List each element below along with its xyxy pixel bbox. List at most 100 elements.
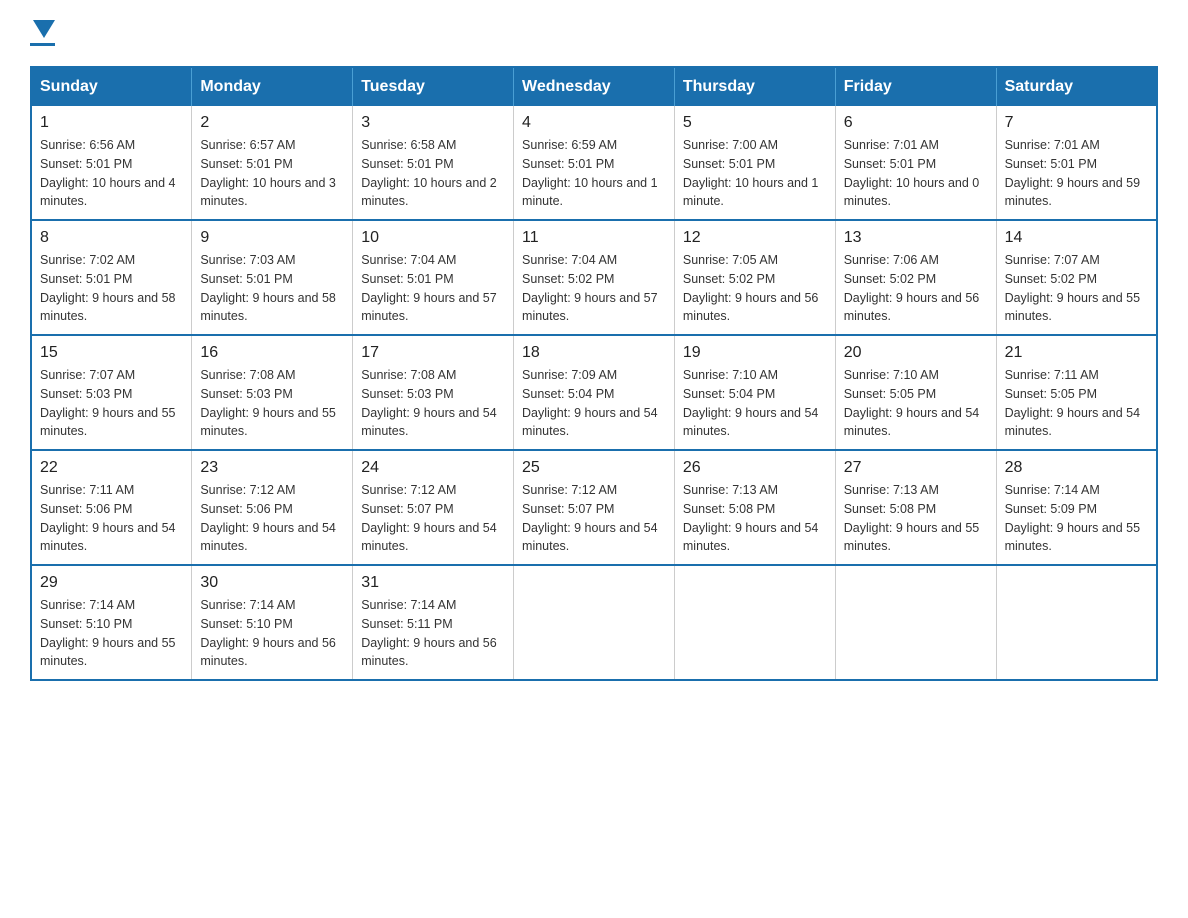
day-number: 1 [40,114,183,132]
col-monday: Monday [192,67,353,106]
day-number: 25 [522,459,666,477]
calendar-day-cell: 18 Sunrise: 7:09 AMSunset: 5:04 PMDaylig… [514,335,675,450]
day-info: Sunrise: 7:04 AMSunset: 5:01 PMDaylight:… [361,253,497,323]
calendar-day-cell: 14 Sunrise: 7:07 AMSunset: 5:02 PMDaylig… [996,220,1157,335]
calendar-week-row: 29 Sunrise: 7:14 AMSunset: 5:10 PMDaylig… [31,565,1157,680]
calendar-day-cell: 19 Sunrise: 7:10 AMSunset: 5:04 PMDaylig… [674,335,835,450]
day-info: Sunrise: 7:07 AMSunset: 5:03 PMDaylight:… [40,368,176,438]
day-info: Sunrise: 7:13 AMSunset: 5:08 PMDaylight:… [683,483,819,553]
header-row: Sunday Monday Tuesday Wednesday Thursday… [31,67,1157,106]
calendar-day-cell: 21 Sunrise: 7:11 AMSunset: 5:05 PMDaylig… [996,335,1157,450]
calendar-day-cell: 22 Sunrise: 7:11 AMSunset: 5:06 PMDaylig… [31,450,192,565]
day-info: Sunrise: 7:10 AMSunset: 5:05 PMDaylight:… [844,368,980,438]
logo [30,20,55,46]
day-number: 9 [200,229,344,247]
calendar-body: 1 Sunrise: 6:56 AMSunset: 5:01 PMDayligh… [31,106,1157,680]
day-info: Sunrise: 6:58 AMSunset: 5:01 PMDaylight:… [361,138,497,208]
day-number: 27 [844,459,988,477]
calendar-day-cell: 17 Sunrise: 7:08 AMSunset: 5:03 PMDaylig… [353,335,514,450]
day-info: Sunrise: 7:12 AMSunset: 5:06 PMDaylight:… [200,483,336,553]
day-info: Sunrise: 7:02 AMSunset: 5:01 PMDaylight:… [40,253,176,323]
day-info: Sunrise: 7:13 AMSunset: 5:08 PMDaylight:… [844,483,980,553]
calendar-week-row: 1 Sunrise: 6:56 AMSunset: 5:01 PMDayligh… [31,106,1157,220]
col-wednesday: Wednesday [514,67,675,106]
calendar-day-cell [514,565,675,680]
day-info: Sunrise: 7:14 AMSunset: 5:11 PMDaylight:… [361,598,497,668]
day-number: 2 [200,114,344,132]
logo-underline [30,43,55,46]
calendar-day-cell: 28 Sunrise: 7:14 AMSunset: 5:09 PMDaylig… [996,450,1157,565]
calendar-day-cell: 1 Sunrise: 6:56 AMSunset: 5:01 PMDayligh… [31,106,192,220]
day-info: Sunrise: 7:11 AMSunset: 5:05 PMDaylight:… [1005,368,1141,438]
day-number: 8 [40,229,183,247]
calendar-week-row: 15 Sunrise: 7:07 AMSunset: 5:03 PMDaylig… [31,335,1157,450]
page-header [30,20,1158,46]
calendar-day-cell: 4 Sunrise: 6:59 AMSunset: 5:01 PMDayligh… [514,106,675,220]
day-info: Sunrise: 7:14 AMSunset: 5:10 PMDaylight:… [40,598,176,668]
day-number: 3 [361,114,505,132]
day-info: Sunrise: 7:00 AMSunset: 5:01 PMDaylight:… [683,138,819,208]
day-info: Sunrise: 6:59 AMSunset: 5:01 PMDaylight:… [522,138,658,208]
calendar-day-cell [674,565,835,680]
day-number: 20 [844,344,988,362]
calendar-day-cell: 20 Sunrise: 7:10 AMSunset: 5:05 PMDaylig… [835,335,996,450]
day-number: 4 [522,114,666,132]
day-info: Sunrise: 7:12 AMSunset: 5:07 PMDaylight:… [522,483,658,553]
day-number: 16 [200,344,344,362]
logo-triangle-icon [33,20,55,38]
day-info: Sunrise: 7:08 AMSunset: 5:03 PMDaylight:… [361,368,497,438]
day-number: 24 [361,459,505,477]
day-number: 23 [200,459,344,477]
calendar-day-cell: 13 Sunrise: 7:06 AMSunset: 5:02 PMDaylig… [835,220,996,335]
calendar-day-cell: 31 Sunrise: 7:14 AMSunset: 5:11 PMDaylig… [353,565,514,680]
calendar-day-cell: 2 Sunrise: 6:57 AMSunset: 5:01 PMDayligh… [192,106,353,220]
calendar-day-cell: 6 Sunrise: 7:01 AMSunset: 5:01 PMDayligh… [835,106,996,220]
day-info: Sunrise: 7:14 AMSunset: 5:09 PMDaylight:… [1005,483,1141,553]
calendar-day-cell: 24 Sunrise: 7:12 AMSunset: 5:07 PMDaylig… [353,450,514,565]
day-info: Sunrise: 7:04 AMSunset: 5:02 PMDaylight:… [522,253,658,323]
calendar-day-cell: 5 Sunrise: 7:00 AMSunset: 5:01 PMDayligh… [674,106,835,220]
day-number: 26 [683,459,827,477]
col-thursday: Thursday [674,67,835,106]
calendar-day-cell: 3 Sunrise: 6:58 AMSunset: 5:01 PMDayligh… [353,106,514,220]
day-info: Sunrise: 7:14 AMSunset: 5:10 PMDaylight:… [200,598,336,668]
calendar-header: Sunday Monday Tuesday Wednesday Thursday… [31,67,1157,106]
col-saturday: Saturday [996,67,1157,106]
day-number: 11 [522,229,666,247]
day-info: Sunrise: 7:11 AMSunset: 5:06 PMDaylight:… [40,483,176,553]
calendar-day-cell: 11 Sunrise: 7:04 AMSunset: 5:02 PMDaylig… [514,220,675,335]
day-info: Sunrise: 7:08 AMSunset: 5:03 PMDaylight:… [200,368,336,438]
day-number: 18 [522,344,666,362]
calendar-day-cell: 29 Sunrise: 7:14 AMSunset: 5:10 PMDaylig… [31,565,192,680]
calendar-week-row: 22 Sunrise: 7:11 AMSunset: 5:06 PMDaylig… [31,450,1157,565]
calendar-day-cell: 27 Sunrise: 7:13 AMSunset: 5:08 PMDaylig… [835,450,996,565]
day-number: 29 [40,574,183,592]
calendar-day-cell: 9 Sunrise: 7:03 AMSunset: 5:01 PMDayligh… [192,220,353,335]
day-info: Sunrise: 7:12 AMSunset: 5:07 PMDaylight:… [361,483,497,553]
day-number: 21 [1005,344,1148,362]
calendar-day-cell: 12 Sunrise: 7:05 AMSunset: 5:02 PMDaylig… [674,220,835,335]
day-number: 5 [683,114,827,132]
calendar-day-cell: 25 Sunrise: 7:12 AMSunset: 5:07 PMDaylig… [514,450,675,565]
day-number: 15 [40,344,183,362]
calendar-day-cell: 23 Sunrise: 7:12 AMSunset: 5:06 PMDaylig… [192,450,353,565]
day-number: 6 [844,114,988,132]
calendar-day-cell: 26 Sunrise: 7:13 AMSunset: 5:08 PMDaylig… [674,450,835,565]
calendar-day-cell: 7 Sunrise: 7:01 AMSunset: 5:01 PMDayligh… [996,106,1157,220]
calendar-day-cell: 16 Sunrise: 7:08 AMSunset: 5:03 PMDaylig… [192,335,353,450]
day-number: 17 [361,344,505,362]
day-info: Sunrise: 7:09 AMSunset: 5:04 PMDaylight:… [522,368,658,438]
day-info: Sunrise: 7:07 AMSunset: 5:02 PMDaylight:… [1005,253,1141,323]
day-number: 14 [1005,229,1148,247]
day-number: 30 [200,574,344,592]
day-info: Sunrise: 7:10 AMSunset: 5:04 PMDaylight:… [683,368,819,438]
day-info: Sunrise: 7:03 AMSunset: 5:01 PMDaylight:… [200,253,336,323]
day-number: 12 [683,229,827,247]
day-number: 19 [683,344,827,362]
col-tuesday: Tuesday [353,67,514,106]
day-number: 22 [40,459,183,477]
day-number: 31 [361,574,505,592]
calendar-day-cell: 30 Sunrise: 7:14 AMSunset: 5:10 PMDaylig… [192,565,353,680]
calendar-day-cell [996,565,1157,680]
day-number: 28 [1005,459,1148,477]
